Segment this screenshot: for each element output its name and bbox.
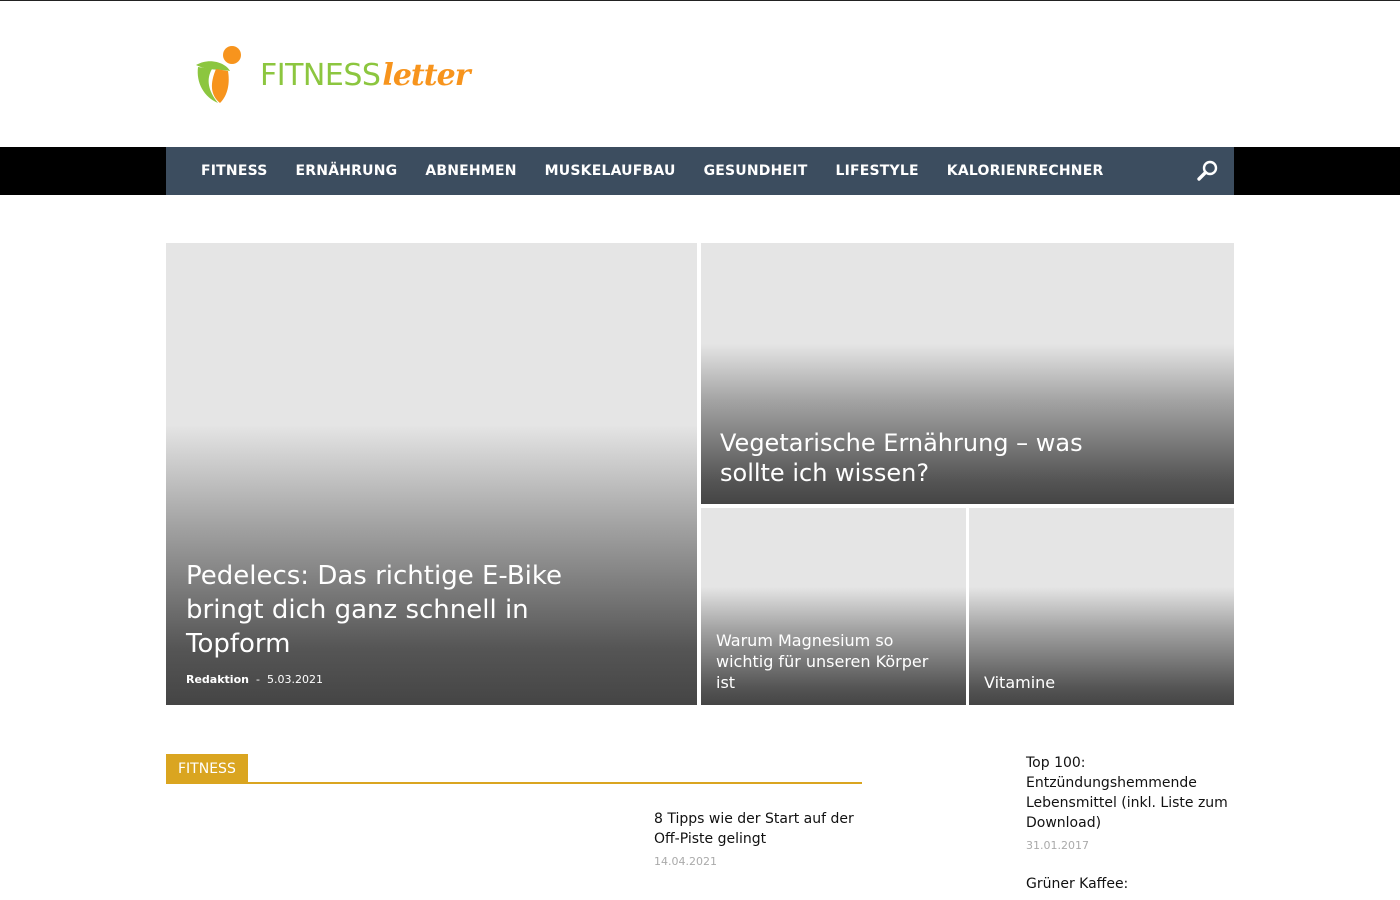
nav-item-muskelaufbau[interactable]: MUSKELAUFBAU <box>531 163 690 179</box>
featured-small-left-tile[interactable]: Warum Magnesium so wichtig für unseren K… <box>701 508 966 705</box>
featured-top-right-title[interactable]: Vegetarische Ernährung – was sollte ich … <box>720 428 1140 488</box>
nav-item-fitness[interactable]: FITNESS <box>187 163 282 179</box>
nav-item-abnehmen[interactable]: ABNEHMEN <box>411 163 530 179</box>
featured-main-meta: Redaktion - 5.03.2021 <box>186 673 323 686</box>
nav-item-ernaehrung[interactable]: ERNÄHRUNG <box>282 163 412 179</box>
search-button[interactable] <box>1196 159 1220 183</box>
author-link[interactable]: Redaktion <box>186 673 249 686</box>
section-header-fitness: FITNESS <box>166 754 862 784</box>
featured-small-right-title[interactable]: Vitamine <box>984 672 1214 693</box>
logo-figure-icon <box>196 46 241 103</box>
featured-small-right-tile[interactable]: Vitamine <box>969 508 1234 705</box>
main-nav: FITNESS ERNÄHRUNG ABNEHMEN MUSKELAUFBAU … <box>166 147 1234 195</box>
nav-item-lifestyle[interactable]: LIFESTYLE <box>821 163 932 179</box>
logo-letter-text: letter <box>382 57 470 93</box>
section-post-date: 14.04.2021 <box>654 855 717 868</box>
featured-main-title[interactable]: Pedelecs: Das richtige E-Bike bringt dic… <box>186 559 626 661</box>
section-post-title[interactable]: 8 Tipps wie der Start auf der Off-Piste … <box>654 809 864 849</box>
featured-small-left-title[interactable]: Warum Magnesium so wichtig für unseren K… <box>716 630 946 693</box>
search-icon <box>1197 160 1218 181</box>
sidebar-post-date: 31.01.2017 <box>1026 839 1089 852</box>
logo-fitness-text: FITNESS <box>260 57 381 93</box>
logo-wordmark: FITNESS letter <box>260 57 471 93</box>
top-border <box>0 0 1400 1</box>
site-logo[interactable]: FITNESS letter <box>190 42 490 108</box>
meta-separator: - <box>255 673 260 686</box>
featured-main-tile[interactable]: Pedelecs: Das richtige E-Bike bringt dic… <box>166 243 697 705</box>
featured-top-right-tile[interactable]: Vegetarische Ernährung – was sollte ich … <box>701 243 1234 504</box>
nav-item-gesundheit[interactable]: GESUNDHEIT <box>690 163 822 179</box>
post-date: 5.03.2021 <box>266 673 323 686</box>
sidebar-post-title[interactable]: Grüner Kaffee: <box>1026 874 1234 894</box>
sidebar-post-title[interactable]: Top 100: Entzündungshemmende Lebensmitte… <box>1026 753 1234 833</box>
nav-item-kalorienrechner[interactable]: KALORIENRECHNER <box>933 163 1118 179</box>
section-label-fitness[interactable]: FITNESS <box>166 754 248 782</box>
